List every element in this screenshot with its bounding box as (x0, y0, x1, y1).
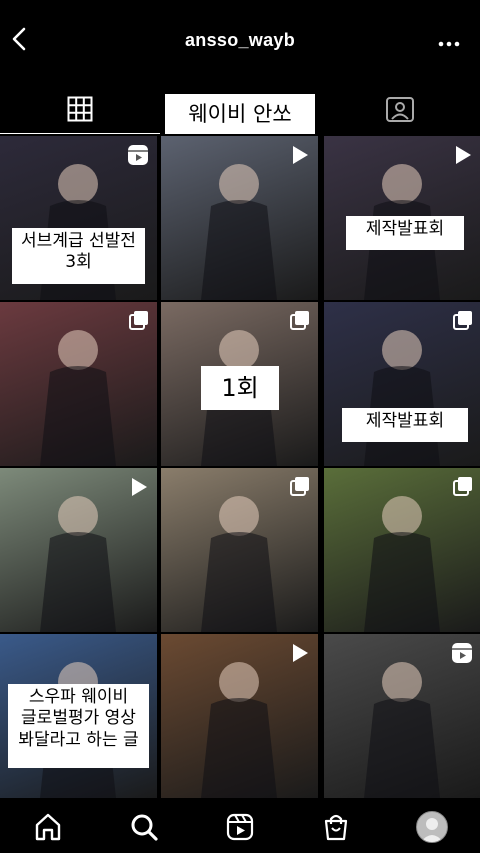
tab-grid[interactable] (0, 84, 160, 134)
post-thumbnail[interactable] (324, 468, 480, 632)
play-icon (288, 144, 310, 170)
post-thumbnail[interactable]: 1회 (161, 302, 318, 466)
multiple-icon (129, 310, 149, 334)
multiple-icon (290, 310, 310, 334)
more-horizontal-icon (438, 41, 460, 47)
multiple-icon (453, 310, 473, 334)
post-caption-overlay: 제작발표회 (342, 408, 468, 442)
overlay-name-label: 웨이비 안쏘 (165, 94, 315, 134)
home-icon (35, 813, 61, 840)
reels-icon (226, 813, 254, 840)
multiple-icon (290, 476, 310, 500)
post-caption-overlay: 1회 (201, 366, 279, 410)
post-thumbnail[interactable] (0, 468, 157, 632)
bottom-nav (0, 800, 480, 853)
multiple-icon (453, 476, 473, 500)
nav-search[interactable] (96, 800, 192, 853)
tagged-icon (386, 97, 414, 122)
post-thumbnail[interactable]: 서브계급 선발전 3회 (0, 136, 157, 300)
reels-icon (451, 642, 473, 668)
profile-username: ansso_wayb (184, 30, 296, 50)
profile-avatar (416, 810, 448, 843)
play-icon (451, 144, 473, 170)
post-thumbnail[interactable] (161, 468, 318, 632)
post-thumbnail[interactable]: 제작발표회 (324, 302, 480, 466)
grid-icon (67, 96, 93, 122)
nav-shop[interactable] (288, 800, 384, 853)
top-bar: ansso_wayb (0, 0, 480, 84)
post-thumbnail[interactable] (0, 302, 157, 466)
tab-tagged[interactable] (320, 84, 480, 134)
search-icon (131, 814, 158, 841)
profile-tabs: 웨이비 안쏘 (0, 84, 480, 134)
post-caption-overlay: 스우파 웨이비 글로벌평가 영상 봐달라고 하는 글 (8, 684, 149, 768)
post-thumbnail[interactable] (324, 634, 480, 798)
post-thumbnail[interactable]: 제작발표회 (324, 136, 480, 300)
nav-reels[interactable] (192, 800, 288, 853)
play-icon (288, 642, 310, 668)
nav-home[interactable] (0, 800, 96, 853)
play-icon (127, 476, 149, 502)
post-caption-overlay: 제작발표회 (346, 216, 464, 250)
nav-profile[interactable] (384, 800, 480, 853)
shop-icon (324, 814, 348, 840)
post-caption-overlay: 서브계급 선발전 3회 (12, 228, 145, 284)
post-thumbnail[interactable]: 스우파 웨이비 글로벌평가 영상 봐달라고 하는 글 (0, 634, 157, 798)
post-thumbnail[interactable] (161, 136, 318, 300)
more-options-button[interactable] (438, 34, 460, 47)
posts-grid: 서브계급 선발전 3회 제작발표회 1회 제작발표회 스우파 웨이비 글로벌평가 영상 … (0, 136, 480, 800)
post-thumbnail[interactable] (161, 634, 318, 798)
reels-icon (127, 144, 149, 170)
